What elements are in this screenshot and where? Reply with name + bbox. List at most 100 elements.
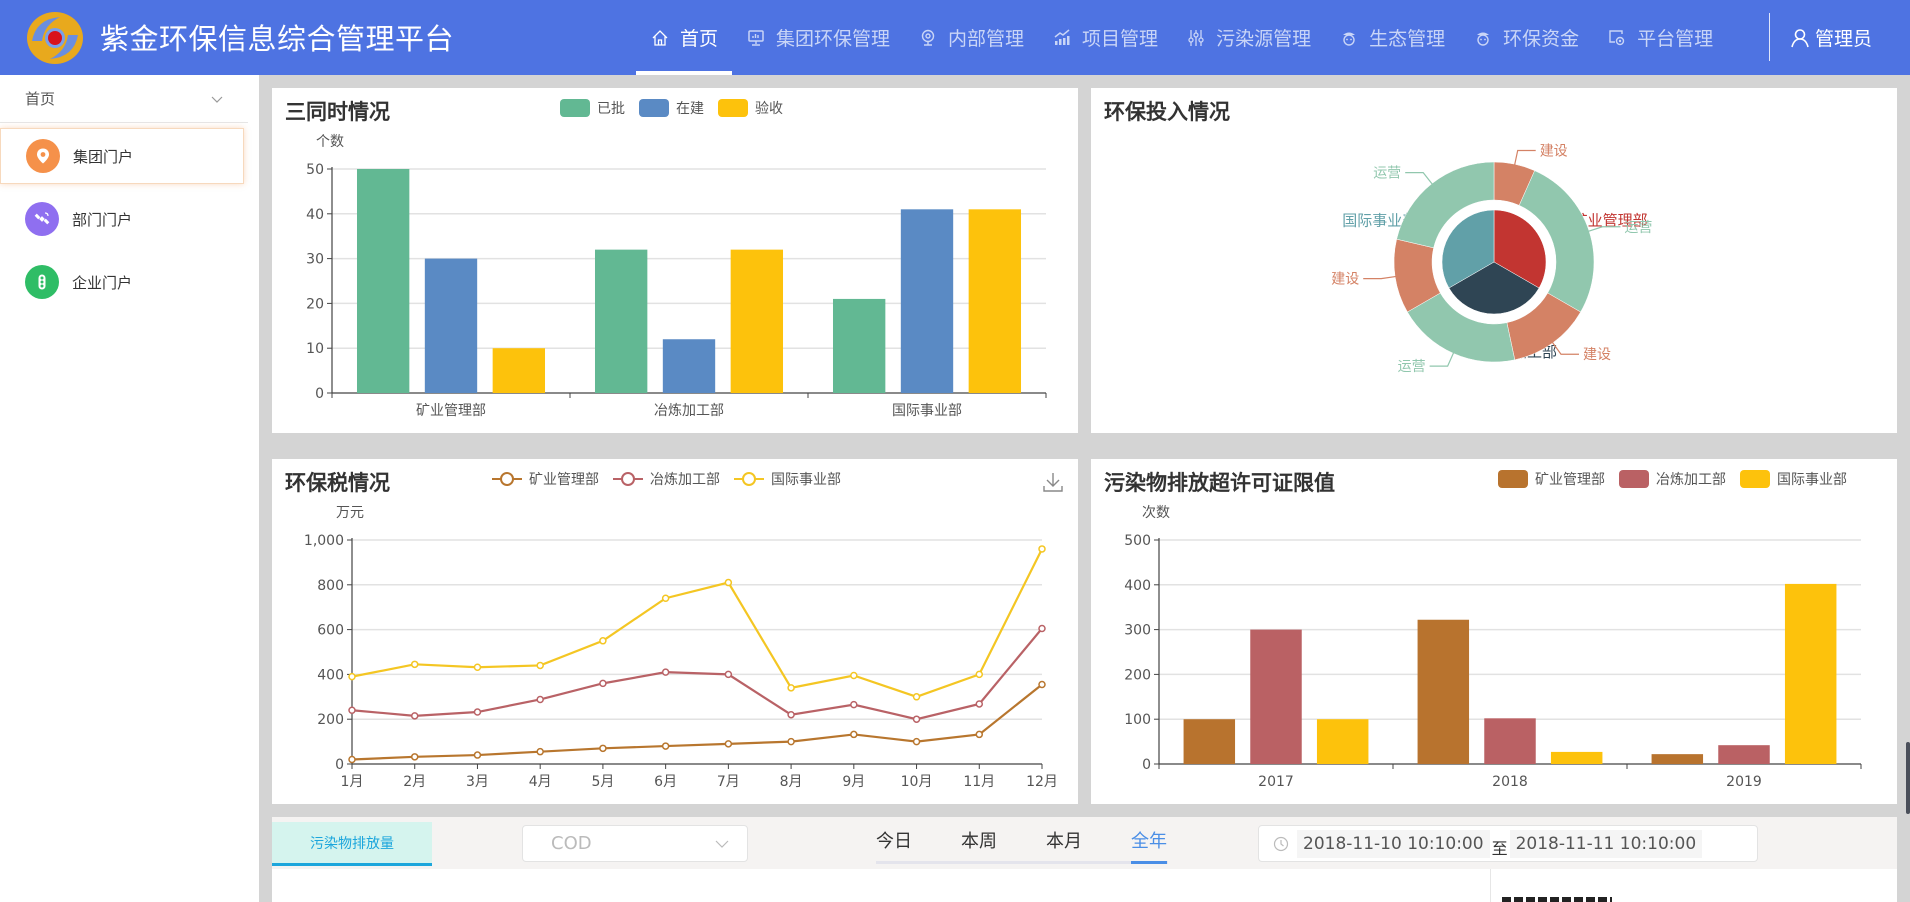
location-pin-icon <box>26 139 60 173</box>
period-tab-2[interactable]: 本月 <box>1046 827 1082 853</box>
nav-item-3[interactable]: 项目管理 <box>1038 0 1172 75</box>
tax-line-chart: 万元 0 200 400 600 800 1,000 1月 2月 3月 4月 5月 6月 7月 8月 9月 10… <box>304 505 1058 790</box>
nav-item-2[interactable]: 内部管理 <box>904 0 1038 75</box>
label-line <box>1513 149 1536 167</box>
legend-item[interactable]: 国际事业部 <box>1740 469 1847 489</box>
data-point <box>850 671 858 680</box>
x-tick-label: 8月 <box>780 774 803 790</box>
sidebar-item-2[interactable]: 企业门户 <box>0 254 244 310</box>
user-menu[interactable]: 管理员 <box>1790 0 1872 75</box>
date-end-input[interactable]: 2018-11-11 10:10:00 <box>1509 829 1703 858</box>
y-tick-label: 400 <box>1124 578 1151 594</box>
period-tabs: 今日 本周 本月 全年 <box>876 817 1176 867</box>
bar <box>900 209 954 393</box>
legend-marker <box>734 472 764 486</box>
bar <box>424 258 478 393</box>
y-tick-label: 40 <box>306 207 324 223</box>
series-line <box>351 683 1043 761</box>
legend-swatch <box>718 99 748 117</box>
legend-label: 国际事业部 <box>1777 472 1847 488</box>
sidebar: 首页 集团门户部门门户企业门户 <box>0 75 259 902</box>
user-icon <box>1791 28 1809 47</box>
legend-swatch <box>560 99 590 117</box>
y-tick-label: 600 <box>317 623 344 639</box>
logo-icon <box>27 12 83 64</box>
legend-item[interactable]: 冶炼加工部 <box>1619 469 1726 489</box>
legend-item[interactable]: 矿业管理部 <box>1498 469 1605 489</box>
y-axis-label: 万元 <box>336 505 364 521</box>
legend-label: 冶炼加工部 <box>1656 472 1726 488</box>
period-tab-1[interactable]: 本周 <box>961 827 997 853</box>
emission-content <box>272 869 1897 902</box>
data-point <box>599 744 607 753</box>
legend-item[interactable]: 在建 <box>639 98 704 118</box>
download-icon[interactable] <box>1042 471 1064 493</box>
pollutant-select-value: COD <box>551 833 592 854</box>
clipped-section-heading <box>1502 897 1612 902</box>
data-point <box>599 679 607 688</box>
period-tab-3[interactable]: 全年 <box>1131 827 1167 864</box>
data-point <box>410 753 419 761</box>
sidebar-item-0[interactable]: 集团门户 <box>0 128 244 184</box>
legend-item[interactable]: 矿业管理部 <box>492 469 599 489</box>
nav-item-4[interactable]: 污染源管理 <box>1172 0 1325 75</box>
bar <box>594 249 648 393</box>
sidebar-header[interactable]: 首页 <box>0 75 248 123</box>
legend-item[interactable]: 冶炼加工部 <box>613 469 720 489</box>
bar <box>356 169 410 393</box>
data-point <box>661 594 670 602</box>
y-tick-label: 200 <box>1124 667 1151 683</box>
y-tick-label: 300 <box>1124 623 1151 639</box>
x-tick-label: 4月 <box>529 774 552 790</box>
data-point <box>473 663 482 671</box>
bar <box>492 348 546 393</box>
legend-label: 验收 <box>755 101 783 117</box>
data-point <box>348 755 356 764</box>
data-point <box>787 710 795 719</box>
x-tick-label: 2017 <box>1258 774 1294 790</box>
x-tick-label: 国际事业部 <box>892 403 962 419</box>
legend-item[interactable]: 国际事业部 <box>734 469 841 489</box>
bar <box>1417 619 1470 764</box>
x-tick-label: 2019 <box>1726 774 1762 790</box>
nav-item-1[interactable]: 集团环保管理 <box>732 0 904 75</box>
data-point <box>850 730 858 739</box>
pollutant-select[interactable]: COD <box>522 825 748 862</box>
x-tick-label: 2018 <box>1492 774 1528 790</box>
page-scrollbar-thumb[interactable] <box>1906 742 1910 814</box>
data-point <box>536 747 544 756</box>
date-start-input[interactable]: 2018-11-10 10:10:00 <box>1297 829 1490 858</box>
panel-exceed-limit: 次数 0 100 200 300 400 500 2017 2018 2019 污染物排放超许可证… <box>1091 459 1897 804</box>
y-tick-label: 20 <box>306 296 324 312</box>
y-tick-label: 200 <box>317 712 344 728</box>
tab-pollutant-emission[interactable]: 污染物排放量 <box>272 822 432 866</box>
x-tick-label: 12月 <box>1026 774 1058 790</box>
legend-swatch <box>639 99 669 117</box>
legend-swatch <box>1740 470 1770 488</box>
legend-label: 矿业管理部 <box>1535 472 1605 488</box>
bar <box>1183 719 1236 764</box>
nav-item-5[interactable]: 生态管理 <box>1325 0 1459 75</box>
y-tick-label: 0 <box>315 386 324 402</box>
legend-item[interactable]: 已批 <box>560 98 625 118</box>
date-range-picker[interactable]: 2018-11-10 10:10:00 至 2018-11-11 10:10:0… <box>1258 825 1758 862</box>
y-tick-label: 30 <box>306 252 324 268</box>
data-point <box>348 706 356 714</box>
chart-legend: 已批 在建 验收 <box>560 98 797 118</box>
investment-pie-chart: 矿业管理部冶炼加工部国际事业部建设运营建设运营建设运营 <box>1331 143 1652 375</box>
sidebar-item-1[interactable]: 部门门户 <box>0 191 244 247</box>
nav-item-7[interactable]: 平台管理 <box>1593 0 1727 75</box>
y-tick-label: 400 <box>317 667 344 683</box>
bar <box>1784 583 1837 764</box>
legend-item[interactable]: 验收 <box>718 98 783 118</box>
nav-item-0[interactable]: 首页 <box>636 0 733 75</box>
data-point <box>912 737 921 746</box>
legend-marker <box>492 472 522 486</box>
data-point <box>1038 680 1046 689</box>
period-tab-0[interactable]: 今日 <box>876 827 912 853</box>
legend-label: 矿业管理部 <box>529 472 599 488</box>
x-tick-label: 6月 <box>654 774 677 790</box>
panel-title: 环保投入情况 <box>1104 100 1230 124</box>
nav-item-6[interactable]: 环保资金 <box>1459 0 1593 75</box>
three-simultaneous-chart: 个数 0 10 20 30 40 50 矿业管理部 冶炼加工部 国际事业部 <box>306 134 1047 419</box>
